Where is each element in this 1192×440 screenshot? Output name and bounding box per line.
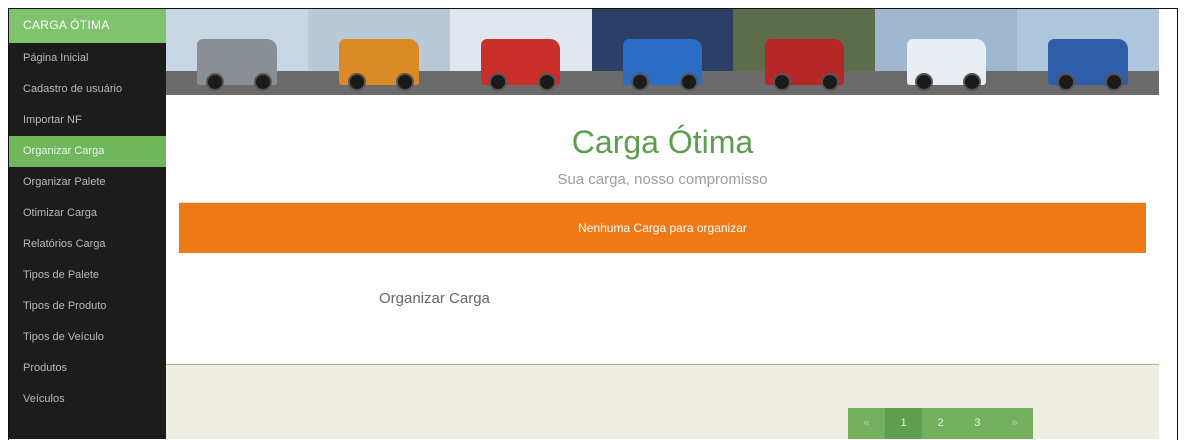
- page-subtitle: Sua carga, nosso compromisso: [557, 171, 768, 188]
- page-title: Carga Ótima: [571, 124, 754, 160]
- pagination-page-button[interactable]: 1: [885, 408, 922, 439]
- banner-photo: [875, 9, 1018, 95]
- footer: «1 2 3»: [166, 365, 1159, 439]
- pagination-prev-button[interactable]: «: [848, 408, 885, 439]
- sidebar-item-cadastro-de-usuario[interactable]: Cadastro de usuário: [9, 74, 166, 105]
- banner-photo: [1017, 9, 1159, 95]
- sidebar-item-tipos-de-veiculo[interactable]: Tipos de Veículo: [9, 322, 166, 353]
- pagination: «1 2 3»: [848, 408, 1033, 439]
- header-banner-image: [166, 9, 1159, 95]
- pagination-page-button[interactable]: 3: [959, 408, 996, 439]
- sidebar: CARGA ÓTIMA Página Inicial Cadastro de us…: [9, 9, 166, 439]
- wheel-icon: [347, 73, 366, 91]
- banner-photo: [591, 9, 734, 95]
- wheel-icon: [395, 73, 414, 91]
- wheel-icon: [537, 73, 556, 91]
- sidebar-menu: Página Inicial Cadastro de usuário Importa…: [9, 43, 166, 415]
- wheel-icon: [915, 73, 934, 91]
- sidebar-item-otimizar-carga[interactable]: Otimizar Carga: [9, 198, 166, 229]
- sidebar-item-relatorios-carga[interactable]: Relatórios Carga: [9, 229, 166, 260]
- banner-photo: [307, 9, 450, 95]
- sidebar-item-pagina-inicial[interactable]: Página Inicial: [9, 43, 166, 74]
- main-content: Carga Ótima Sua carga, nosso compromisso…: [166, 9, 1159, 439]
- section-title: Organizar Carga: [379, 290, 490, 307]
- sidebar-item-tipos-de-produto[interactable]: Tipos de Produto: [9, 291, 166, 322]
- sidebar-item-tipos-de-palete[interactable]: Tipos de Palete: [9, 260, 166, 291]
- banner-photo: [449, 9, 592, 95]
- wheel-icon: [679, 73, 698, 91]
- sidebar-item-veiculos[interactable]: Veículos: [9, 384, 166, 415]
- wheel-icon: [1105, 73, 1124, 91]
- wheel-icon: [205, 73, 224, 91]
- pagination-next-button[interactable]: »: [996, 408, 1033, 439]
- banner-photo: [733, 9, 876, 95]
- alert-banner: Nenhuma Carga para organizar: [179, 203, 1146, 253]
- sidebar-item-organizar-palete[interactable]: Organizar Palete: [9, 167, 166, 198]
- sidebar-item-produtos[interactable]: Produtos: [9, 353, 166, 384]
- sidebar-item-organizar-carga[interactable]: Organizar Carga: [9, 136, 166, 167]
- banner-photo: [166, 9, 308, 95]
- brand-link[interactable]: CARGA ÓTIMA: [9, 9, 166, 43]
- wheel-icon: [1056, 73, 1075, 91]
- wheel-icon: [253, 73, 272, 91]
- sidebar-item-importar-nf[interactable]: Importar NF: [9, 105, 166, 136]
- pagination-page-button[interactable]: 2: [922, 408, 959, 439]
